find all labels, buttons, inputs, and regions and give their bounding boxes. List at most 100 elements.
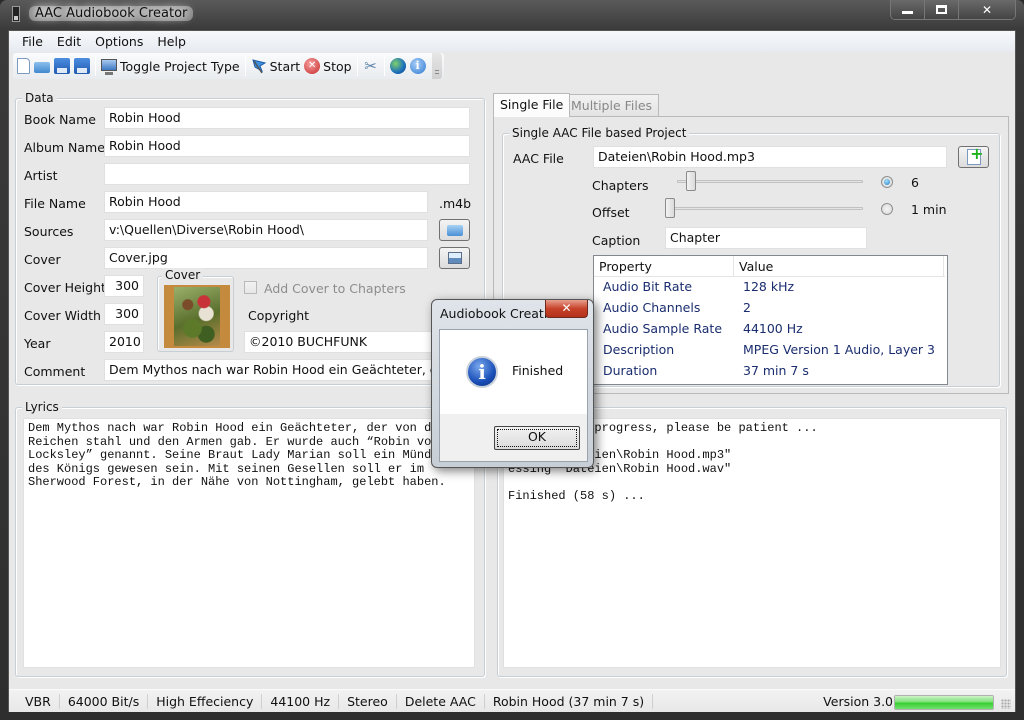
status-channels: Stereo — [339, 693, 397, 709]
toggle-project-type-button[interactable]: Toggle Project Type — [99, 55, 242, 77]
file-name-input[interactable]: Robin Hood — [104, 191, 428, 213]
add-aac-file-button[interactable] — [958, 144, 989, 168]
album-name-input[interactable]: Robin Hood — [104, 135, 470, 157]
new-button[interactable] — [15, 55, 32, 77]
album-name-label: Album Name — [24, 140, 105, 155]
offset-slider-track[interactable] — [671, 207, 863, 210]
maximize-icon — [936, 5, 947, 14]
browse-sources-button[interactable] — [439, 219, 470, 241]
save-as-icon — [74, 58, 90, 74]
menu-help[interactable]: Help — [150, 34, 193, 49]
window-controls: ✕ — [890, 0, 1016, 20]
year-input[interactable]: 2010 — [104, 331, 144, 353]
property-value: 37 min 7 s — [743, 363, 809, 378]
monitor-icon — [101, 59, 117, 75]
picture-icon — [447, 252, 462, 264]
comment-label: Comment — [24, 364, 86, 379]
dialog-ok-button[interactable]: OK — [494, 426, 580, 450]
cover-height-input[interactable]: 300 — [104, 275, 144, 297]
browse-cover-button[interactable] — [439, 247, 470, 269]
app-icon — [12, 6, 20, 22]
table-row[interactable]: Duration 37 min 7 s — [594, 361, 945, 382]
table-row[interactable]: Audio Sample Rate 44100 Hz — [594, 319, 945, 340]
file-extension-label: .m4b — [439, 196, 472, 211]
menu-file[interactable]: File — [15, 34, 50, 49]
dialog-body: i Finished OK — [439, 329, 588, 462]
dialog-title: Audiobook Creati... — [440, 306, 560, 321]
status-mode: VBR — [17, 693, 60, 709]
property-value: 128 kHz — [743, 279, 795, 294]
dialog-message: Finished — [512, 363, 564, 378]
column-header-value[interactable]: Value — [734, 256, 944, 277]
tab-multiple-files[interactable]: Multiple Files — [564, 94, 660, 116]
maximize-button[interactable] — [925, 0, 959, 19]
tab-single-file[interactable]: Single File — [493, 93, 571, 117]
artist-input[interactable] — [104, 163, 470, 185]
property-name: Audio Channels — [603, 300, 701, 315]
cover-preview-group: Cover — [157, 268, 234, 352]
toolbar-separator — [383, 56, 385, 76]
status-bar: VBR 64000 Bit/s High Effeciency 44100 Hz… — [9, 689, 1015, 712]
property-value: 2 — [743, 300, 751, 315]
add-cover-to-chapters-checkbox[interactable] — [244, 281, 257, 294]
chapters-slider-thumb[interactable] — [685, 171, 696, 191]
lyrics-textarea[interactable]: Dem Mythos nach war Robin Hood ein Geäch… — [23, 418, 475, 668]
lyrics-group-title: Lyrics — [22, 400, 62, 414]
offset-value: 1 min — [911, 202, 947, 217]
menu-bar: File Edit Options Help — [9, 31, 1015, 52]
about-button[interactable]: i — [408, 55, 428, 77]
close-button[interactable]: ✕ — [959, 0, 1015, 19]
stop-button[interactable]: ✕ Stop — [302, 55, 353, 77]
save-button[interactable] — [52, 55, 72, 77]
progress-bar-fill — [895, 696, 993, 709]
status-delete-aac: Delete AAC — [397, 693, 485, 709]
menu-options[interactable]: Options — [88, 34, 150, 49]
toolbar-overflow-grip[interactable] — [431, 53, 442, 79]
dialog-close-button[interactable]: ✕ — [545, 300, 588, 318]
start-button[interactable]: Start — [249, 55, 303, 77]
table-row[interactable]: Description MPEG Version 1 Audio, Layer … — [594, 340, 945, 361]
minimize-button[interactable] — [891, 0, 925, 19]
cover-height-label: Cover Height — [24, 280, 106, 295]
website-button[interactable] — [388, 55, 408, 77]
cover-image — [164, 285, 230, 348]
comment-input[interactable]: Dem Mythos nach war Robin Hood ein Geäch… — [104, 359, 470, 381]
progress-bar — [894, 695, 994, 710]
book-name-label: Book Name — [24, 112, 96, 127]
stop-label: Stop — [323, 58, 352, 74]
offset-radio[interactable] — [881, 203, 893, 215]
toolbar-separator — [244, 56, 246, 76]
book-name-input[interactable]: Robin Hood — [104, 107, 470, 129]
offset-label: Offset — [592, 205, 630, 220]
close-icon: ✕ — [981, 2, 993, 17]
property-name: Audio Bit Rate — [603, 279, 693, 294]
chapters-slider-track[interactable] — [677, 180, 863, 183]
chapters-radio[interactable] — [881, 176, 893, 188]
sources-input[interactable]: v:\Quellen\Diverse\Robin Hood\ — [104, 219, 428, 241]
properties-grid: Property Value Audio Bit Rate 128 kHz Au… — [593, 255, 948, 385]
menu-edit[interactable]: Edit — [50, 34, 88, 49]
close-icon: ✕ — [561, 301, 572, 315]
cover-artwork — [174, 287, 220, 346]
column-header-property[interactable]: Property — [594, 256, 734, 277]
resize-grip[interactable] — [1001, 699, 1011, 709]
open-button[interactable] — [32, 55, 52, 77]
cover-label: Cover — [24, 252, 61, 267]
offset-slider-thumb[interactable] — [665, 198, 675, 218]
artist-label: Artist — [24, 168, 58, 183]
minimize-icon — [902, 11, 913, 14]
save-as-button[interactable] — [72, 55, 92, 77]
status-version: Version 3.0 — [823, 694, 893, 709]
aac-file-input[interactable]: Dateien\Robin Hood.mp3 — [593, 146, 947, 168]
table-row[interactable]: Audio Bit Rate 128 kHz — [594, 277, 945, 298]
globe-icon — [389, 58, 406, 74]
cover-input[interactable]: Cover.jpg — [104, 247, 428, 269]
year-label: Year — [24, 336, 51, 351]
cover-width-input[interactable]: 300 — [104, 303, 144, 325]
table-row[interactable]: Audio Channels 2 — [594, 298, 945, 319]
chapters-label: Chapters — [592, 178, 649, 193]
caption-input[interactable]: Chapter — [665, 227, 867, 249]
new-document-icon — [17, 58, 30, 74]
settings-button[interactable]: ✂ — [361, 55, 381, 77]
title-bar[interactable]: AAC Audiobook Creator ✕ — [0, 0, 1024, 30]
